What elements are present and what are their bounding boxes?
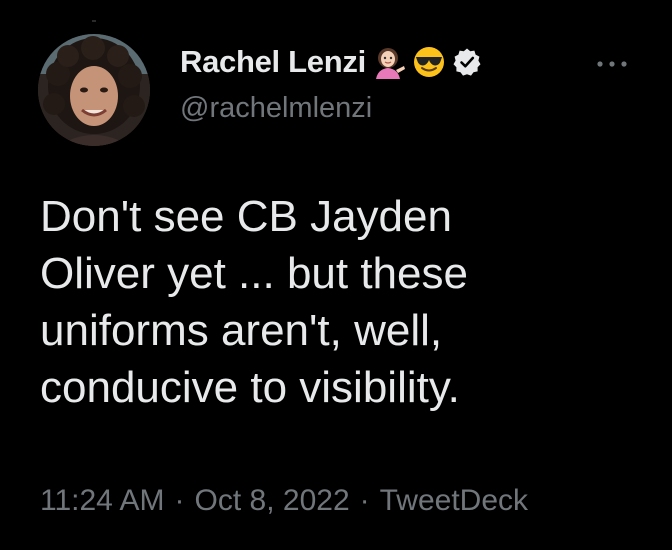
more-options-icon[interactable] <box>594 52 630 76</box>
tweet-time[interactable]: 11:24 AM <box>40 484 165 518</box>
smiling-face-with-sunglasses-icon <box>412 45 446 79</box>
tweet-text: Don't see CB Jayden Oliver yet ... but t… <box>40 192 468 412</box>
author-display-name[interactable]: Rachel Lenzi <box>180 44 366 80</box>
author-name-row: Rachel Lenzi <box>180 42 482 82</box>
separator-dot: · <box>359 484 370 517</box>
divider <box>92 20 96 22</box>
tweet-card: Rachel Lenzi @rachelmlenzi Don't see CB … <box>0 0 672 550</box>
tweet-date[interactable]: Oct 8, 2022 <box>195 484 350 518</box>
verified-badge-icon <box>452 47 482 77</box>
author-handle[interactable]: @rachelmlenzi <box>180 92 372 125</box>
tweet-metadata: 11:24 AM · Oct 8, 2022 · TweetDeck <box>40 484 528 518</box>
woman-tipping-hand-icon <box>372 45 406 79</box>
tweet-source[interactable]: TweetDeck <box>380 484 528 518</box>
avatar[interactable] <box>38 34 150 146</box>
separator-dot: · <box>174 484 185 517</box>
